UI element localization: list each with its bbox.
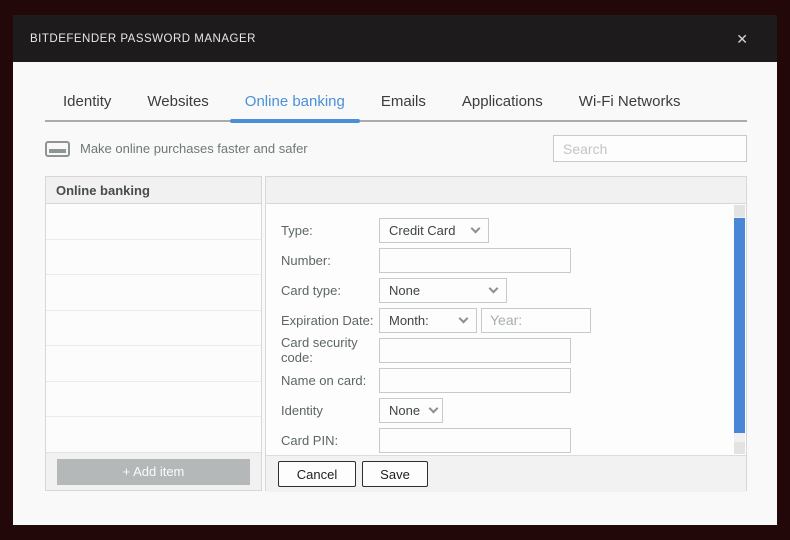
name-on-card-label: Name on card: (281, 372, 367, 388)
card-type-select-value: None (389, 282, 421, 298)
number-label: Number: (281, 252, 331, 268)
app-window: BITDEFENDER PASSWORD MANAGER ✕ Identity … (13, 15, 777, 525)
type-label: Type: (281, 222, 313, 238)
form-actions: Cancel Save (266, 455, 746, 492)
list-item[interactable] (46, 275, 261, 311)
add-item-button[interactable]: + Add item (57, 458, 250, 485)
scrollbar-thumb[interactable] (734, 218, 745, 433)
security-code-label: Card security code: (281, 335, 358, 365)
list-item[interactable] (46, 417, 261, 453)
tab-applications[interactable]: Applications (462, 93, 543, 120)
titlebar: BITDEFENDER PASSWORD MANAGER ✕ (13, 15, 777, 62)
tab-wifi-networks[interactable]: Wi-Fi Networks (579, 93, 681, 120)
expiration-month-value: Month: (389, 312, 429, 328)
credit-card-icon (45, 140, 70, 157)
list-item[interactable] (46, 204, 261, 240)
form-row-expiration: Expiration Date: Month: (281, 305, 746, 335)
card-type-label: Card type: (281, 282, 341, 298)
form-row-type: Type: Credit Card (281, 215, 746, 245)
detail-panel-header (266, 177, 746, 204)
toolbar-row: Make online purchases faster and safer (45, 135, 747, 162)
card-type-select[interactable]: None (379, 277, 507, 303)
list-item[interactable] (46, 310, 261, 347)
form-row-number: Number: (281, 245, 746, 275)
type-select[interactable]: Credit Card (379, 217, 489, 243)
scrollbar-up-button[interactable] (734, 205, 745, 217)
name-on-card-input[interactable] (379, 367, 571, 393)
identity-label: Identity (281, 402, 323, 418)
list-item[interactable] (46, 381, 261, 418)
form-row-name-on-card: Name on card: (281, 365, 746, 395)
content-area: Identity Websites Online banking Emails … (13, 62, 777, 525)
search-box (553, 135, 747, 162)
banner-text: Make online purchases faster and safer (80, 141, 308, 156)
identity-select-value: None (389, 402, 421, 418)
cancel-button[interactable]: Cancel (278, 461, 356, 487)
main-panels: Online banking + Add item Type: Credit C… (45, 176, 747, 492)
tab-online-banking[interactable]: Online banking (229, 93, 360, 123)
window-title: BITDEFENDER PASSWORD MANAGER (30, 32, 256, 45)
chevron-down-icon (470, 223, 481, 233)
form-row-card-type: Card type: None (281, 275, 746, 305)
close-icon[interactable]: ✕ (732, 28, 752, 50)
card-pin-input[interactable] (379, 427, 571, 453)
scrollbar-track[interactable] (734, 205, 745, 454)
tab-bar: Identity Websites Online banking Emails … (45, 93, 747, 123)
expiration-year-input[interactable] (481, 307, 591, 333)
security-code-input[interactable] (379, 337, 571, 363)
form-row-card-pin: Card PIN: (281, 425, 746, 455)
type-select-value: Credit Card (389, 222, 456, 238)
scrollbar-down-button[interactable] (734, 442, 745, 454)
online-banking-list-panel: Online banking + Add item (45, 176, 262, 491)
search-input[interactable] (553, 135, 747, 162)
list-item[interactable] (46, 346, 261, 382)
expiration-label: Expiration Date: (281, 312, 374, 328)
tab-emails[interactable]: Emails (381, 93, 426, 120)
chevron-down-icon (488, 283, 499, 293)
tab-identity[interactable]: Identity (63, 93, 111, 120)
form-row-identity: Identity None (281, 395, 746, 425)
expiration-month-select[interactable]: Month: (379, 307, 477, 333)
chevron-down-icon (428, 403, 439, 413)
chevron-down-icon (458, 313, 469, 323)
card-pin-label: Card PIN: (281, 432, 339, 448)
item-list (46, 204, 261, 453)
card-detail-panel: Type: Credit Card Number: Card type: Non… (265, 176, 747, 492)
list-panel-header: Online banking (46, 177, 261, 204)
card-form: Type: Credit Card Number: Card type: Non… (266, 204, 746, 455)
list-item[interactable] (46, 239, 261, 276)
form-row-security-code: Card security code: (281, 335, 746, 365)
identity-select[interactable]: None (379, 397, 443, 423)
tab-websites[interactable]: Websites (147, 93, 208, 120)
save-button[interactable]: Save (362, 461, 428, 487)
number-input[interactable] (379, 247, 571, 273)
list-panel-footer: + Add item (46, 452, 261, 490)
